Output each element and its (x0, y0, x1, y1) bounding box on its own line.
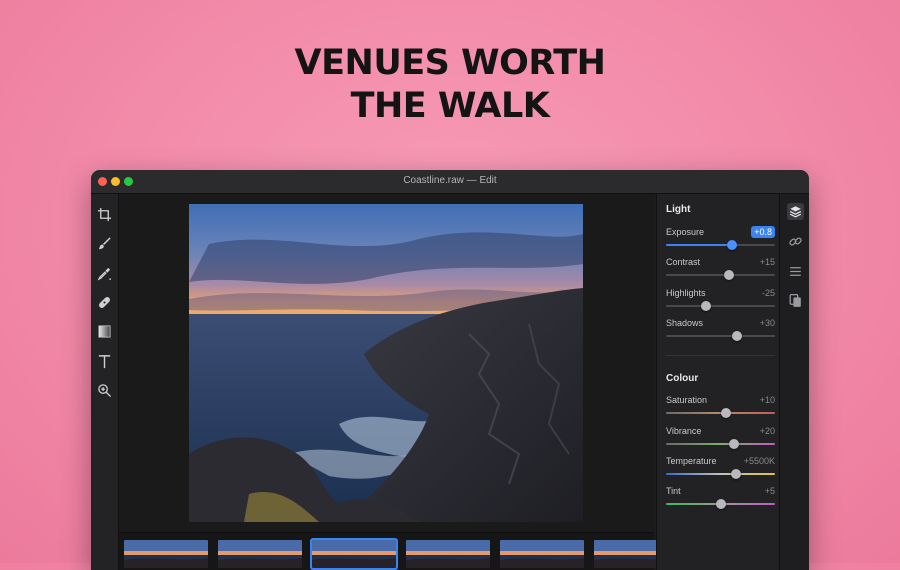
filmstrip-thumbnail[interactable] (124, 540, 208, 568)
headline: VENUES WORTH THE WALK (0, 42, 900, 128)
slider-vibrance[interactable]: Vibrance +20 (666, 426, 775, 450)
zoom-icon[interactable] (97, 383, 112, 398)
slider-handle[interactable] (701, 301, 712, 311)
brush-icon[interactable] (97, 236, 112, 251)
slider-handle[interactable] (724, 270, 735, 280)
slider-label: Saturation (666, 395, 708, 405)
layers-button[interactable] (787, 203, 804, 220)
title-bar[interactable]: Coastline.raw — Edit (91, 170, 809, 194)
section-title-light: Light (666, 204, 691, 215)
healing-icon[interactable] (97, 295, 112, 310)
slider-track[interactable] (666, 335, 775, 337)
filmstrip-thumbnail[interactable] (406, 540, 490, 568)
text-icon[interactable] (97, 354, 112, 369)
headline-line-2: THE WALK (350, 86, 550, 126)
slider-track[interactable] (666, 473, 775, 475)
section-title-colour: Colour (666, 373, 699, 384)
slider-shadows[interactable]: Shadows +30 (666, 318, 775, 342)
slider-label: Shadows (666, 318, 704, 328)
slider-value[interactable]: +0.8 (751, 226, 775, 238)
slider-tint[interactable]: Tint +5 (666, 486, 775, 510)
slider-contrast[interactable]: Contrast +15 (666, 257, 775, 281)
side-rail (779, 194, 809, 570)
slider-value: +5500K (743, 456, 775, 466)
slider-value: +15 (759, 257, 775, 267)
slider-fill (666, 244, 733, 246)
slider-value: +30 (759, 318, 775, 328)
slider-value: -25 (761, 288, 775, 298)
tool-bar (91, 194, 119, 570)
slider-label: Highlights (666, 288, 706, 298)
slider-label: Contrast (666, 257, 701, 267)
slider-label: Exposure (666, 227, 705, 237)
slider-handle[interactable] (730, 469, 741, 479)
slider-label: Temperature (666, 456, 717, 466)
headline-line-1: VENUES WORTH (294, 43, 606, 83)
slider-handle[interactable] (727, 240, 738, 250)
filmstrip-thumbnail-selected[interactable] (310, 538, 398, 570)
image-canvas[interactable] (119, 194, 654, 537)
adjustments-panel: Light Exposure +0.8 Contrast +15 Highlig… (656, 194, 779, 570)
slider-value: +10 (759, 395, 775, 405)
slider-temperature[interactable]: Temperature +5500K (666, 456, 775, 480)
filmstrip-thumbnail[interactable] (218, 540, 302, 568)
list-icon (790, 267, 801, 276)
slider-highlights[interactable]: Highlights -25 (666, 288, 775, 312)
copy-settings-icon (789, 294, 801, 307)
slider-handle[interactable] (728, 439, 739, 449)
link-icon (789, 237, 802, 246)
slider-handle[interactable] (715, 499, 726, 509)
gradient-icon[interactable] (97, 324, 112, 339)
slider-saturation[interactable]: Saturation +10 (666, 395, 775, 419)
filmstrip (119, 532, 678, 570)
slider-exposure[interactable]: Exposure +0.8 (666, 226, 775, 251)
window-title: Coastline.raw — Edit (403, 175, 497, 186)
slider-track[interactable] (666, 274, 775, 276)
crop-icon[interactable] (97, 207, 112, 222)
coastline-photo[interactable] (189, 204, 583, 522)
slider-handle[interactable] (731, 331, 742, 341)
slider-value: +5 (764, 486, 775, 496)
slider-handle[interactable] (720, 408, 731, 418)
slider-label: Vibrance (666, 426, 702, 436)
link-button[interactable] (787, 233, 804, 250)
section-divider (666, 355, 775, 356)
editor-window: Coastline.raw — Edit Light Exposure +0.8… (91, 170, 809, 570)
list-button[interactable] (787, 263, 804, 280)
slider-label: Tint (666, 486, 681, 496)
copy-settings-button[interactable] (787, 292, 804, 309)
slider-track[interactable] (666, 443, 775, 445)
slider-track[interactable] (666, 305, 775, 307)
layers-icon (789, 206, 802, 218)
eyedropper-icon[interactable] (97, 266, 112, 281)
filmstrip-thumbnail[interactable] (500, 540, 584, 568)
slider-value: +20 (759, 426, 775, 436)
slider-track[interactable] (666, 244, 775, 246)
